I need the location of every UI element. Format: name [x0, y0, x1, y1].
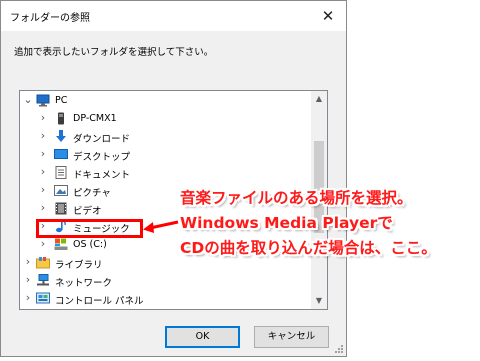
videos-icon: [54, 202, 68, 215]
folder-browse-dialog: フォルダーの参照 ✕ 追加で表示したいフォルダを選択して下さい。 ⌄ PC › …: [0, 0, 347, 357]
music-highlight-box: [36, 219, 143, 238]
chevron-right-icon[interactable]: ›: [38, 148, 48, 160]
scroll-down-icon[interactable]: ▼: [311, 293, 327, 309]
title-bar: フォルダーの参照 ✕: [1, 1, 346, 31]
chevron-right-icon[interactable]: ›: [38, 238, 48, 250]
scroll-up-icon[interactable]: ▲: [311, 91, 327, 107]
annotation-line-1: 音楽ファイルのある場所を選択。: [180, 189, 413, 207]
tree-item-label: OS (C:): [73, 239, 107, 250]
tree-item-label: コントロール パネル: [55, 296, 144, 307]
tree-item-network[interactable]: › ネットワーク: [20, 272, 312, 290]
documents-icon: [54, 166, 68, 179]
tree-item-label: ライブラリ: [55, 260, 103, 271]
chevron-right-icon[interactable]: ›: [23, 274, 33, 286]
annotation-arrow-icon: [143, 220, 179, 233]
instruction-text: 追加で表示したいフォルダを選択して下さい。: [14, 47, 214, 58]
ok-button[interactable]: OK: [165, 326, 240, 348]
tree-item-label: デスクトップ: [73, 152, 131, 163]
tree-item-label: ダウンロード: [73, 134, 131, 145]
tree-item-label: ネットワーク: [55, 278, 113, 289]
drive-icon: [54, 238, 68, 251]
control-panel-icon: [36, 292, 50, 305]
resize-grip-icon[interactable]: [334, 344, 344, 354]
download-icon: [54, 130, 68, 143]
close-icon[interactable]: ✕: [318, 6, 338, 26]
chevron-right-icon[interactable]: ›: [38, 166, 48, 178]
tree-item-control-panel[interactable]: › コントロール パネル: [20, 290, 312, 308]
tree-item-label: ピクチャ: [73, 188, 111, 199]
chevron-right-icon[interactable]: ›: [23, 256, 33, 268]
library-icon: [36, 256, 50, 269]
desktop-icon: [54, 148, 68, 161]
tree-item-dp-cmx1[interactable]: › DP-CMX1: [20, 110, 312, 128]
annotation-line-2: Windows Media Playerで: [180, 214, 393, 232]
tree-item-documents[interactable]: › ドキュメント: [20, 164, 312, 182]
cancel-button[interactable]: キャンセル: [254, 326, 329, 348]
tree-item-desktop[interactable]: › デスクトップ: [20, 146, 312, 164]
tree-item-downloads[interactable]: › ダウンロード: [20, 128, 312, 146]
pc-icon: [36, 94, 50, 107]
annotation-line-3: CDの曲を取り込んだ場合は、ここ。: [180, 239, 437, 257]
tree-item-label: ビデオ: [73, 206, 102, 217]
tree-item-pc[interactable]: ⌄ PC: [20, 92, 312, 110]
device-icon: [54, 112, 68, 125]
chevron-right-icon[interactable]: ›: [38, 130, 48, 142]
network-icon: [36, 274, 50, 287]
chevron-down-icon[interactable]: ⌄: [23, 94, 33, 106]
tree-item-label: PC: [55, 95, 68, 106]
dialog-title: フォルダーの参照: [10, 13, 90, 24]
chevron-right-icon[interactable]: ›: [23, 292, 33, 304]
chevron-right-icon[interactable]: ›: [38, 112, 48, 124]
chevron-right-icon[interactable]: ›: [38, 184, 48, 196]
tree-item-label: DP-CMX1: [73, 113, 117, 124]
pictures-icon: [54, 184, 68, 197]
tree-item-label: ドキュメント: [73, 170, 131, 181]
chevron-right-icon[interactable]: ›: [38, 202, 48, 214]
